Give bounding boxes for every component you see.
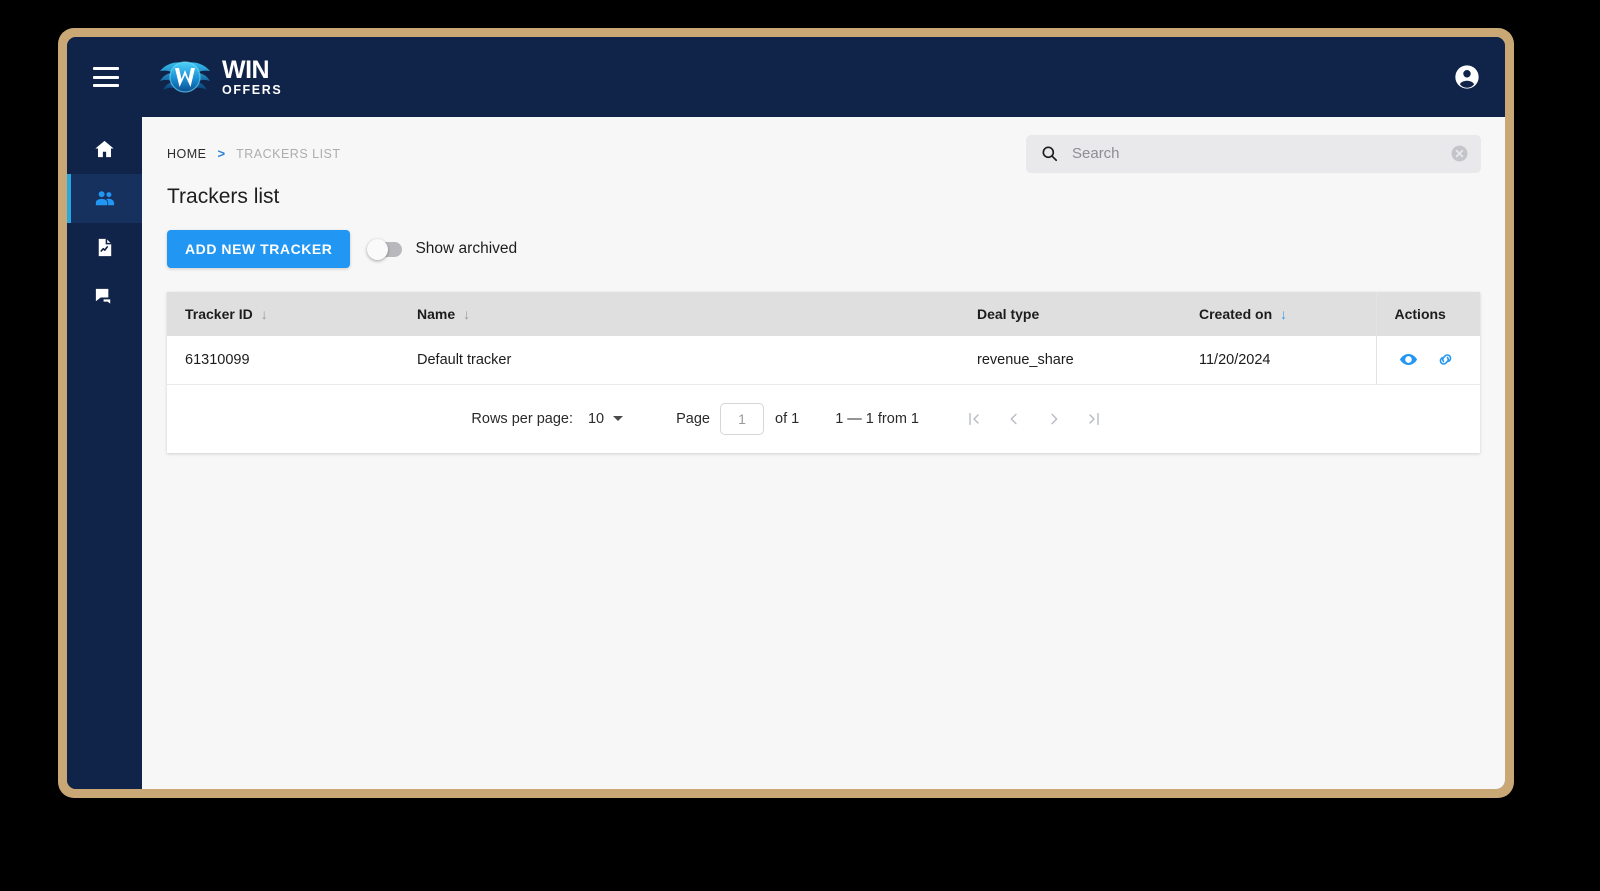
- brand-name-secondary: OFFERS: [222, 82, 283, 97]
- sidebar-item-home[interactable]: [67, 125, 142, 174]
- rows-per-page-label: Rows per page:: [471, 410, 573, 427]
- table-header-row: Tracker ID ↓ Name ↓ Deal type Created on ↓: [167, 292, 1480, 336]
- winged-w-logo-icon: [160, 61, 210, 93]
- link-icon[interactable]: [1436, 350, 1455, 369]
- column-header-tracker-id[interactable]: Tracker ID ↓: [167, 292, 399, 336]
- brand-wordmark: WIN OFFERS: [222, 55, 283, 97]
- toggle-knob: [367, 238, 389, 260]
- prev-page-icon[interactable]: [999, 404, 1029, 434]
- column-header-name[interactable]: Name ↓: [399, 292, 959, 336]
- main-content: HOME > TRACKERS LIST Search Trackers lis…: [142, 117, 1505, 789]
- sort-arrow-icon[interactable]: ↓: [261, 306, 268, 322]
- sort-arrow-icon[interactable]: ↓: [463, 306, 470, 322]
- breadcrumb: HOME > TRACKERS LIST: [167, 146, 341, 161]
- account-circle-icon[interactable]: [1453, 63, 1481, 91]
- last-page-icon[interactable]: [1079, 404, 1109, 434]
- column-label: Tracker ID: [185, 306, 253, 322]
- sidebar-item-messages[interactable]: [67, 272, 142, 321]
- eye-icon[interactable]: [1399, 350, 1418, 369]
- cell-name: Default tracker: [417, 351, 512, 368]
- body-row: HOME > TRACKERS LIST Search Trackers lis…: [67, 117, 1505, 789]
- sort-arrow-icon-active[interactable]: ↓: [1280, 306, 1287, 322]
- document-chart-icon: [98, 238, 112, 257]
- cell-tracker-id: 61310099: [185, 351, 250, 368]
- column-label: Created on: [1199, 306, 1273, 322]
- chevron-right-icon: >: [217, 146, 226, 161]
- sidebar-item-partners[interactable]: [67, 174, 142, 223]
- cell-actions: [1375, 336, 1481, 384]
- breadcrumb-home[interactable]: HOME: [167, 147, 207, 161]
- rows-per-page-value[interactable]: 10: [588, 411, 604, 427]
- table-row[interactable]: 61310099 Default tracker revenue_share 1…: [167, 336, 1480, 384]
- cell-deal-type: revenue_share: [977, 351, 1074, 368]
- top-bar: WIN OFFERS: [67, 37, 1505, 117]
- column-label: Deal type: [977, 306, 1040, 322]
- breadcrumb-search-row: HOME > TRACKERS LIST: [142, 117, 1505, 173]
- table-head: Tracker ID ↓ Name ↓ Deal type Created on ↓: [167, 292, 1480, 336]
- column-header-deal-type[interactable]: Deal type: [959, 292, 1181, 336]
- breadcrumb-current: TRACKERS LIST: [236, 146, 341, 161]
- pagination-bar: Rows per page: 10 Page of 1 1 — 1 from 1: [167, 384, 1480, 453]
- column-header-created-on[interactable]: Created on ↓: [1181, 292, 1376, 336]
- home-icon: [95, 140, 114, 158]
- sidebar-item-reports[interactable]: [67, 223, 142, 272]
- app-window-frame: WIN OFFERS HOME > TRACKERS LIST Search T…: [58, 28, 1514, 798]
- sidebar-nav: [67, 117, 142, 789]
- brand-logo[interactable]: WIN OFFERS: [158, 54, 282, 100]
- people-icon: [95, 191, 115, 206]
- next-page-icon[interactable]: [1039, 404, 1069, 434]
- first-page-icon[interactable]: [959, 404, 989, 434]
- clear-circle-icon[interactable]: [1450, 144, 1469, 163]
- toolbar: ADD NEW TRACKER Show archived: [142, 209, 1505, 268]
- rows-per-page-group: Rows per page: 10: [471, 410, 624, 427]
- page-title: Trackers list: [167, 185, 280, 208]
- hamburger-icon[interactable]: [93, 67, 119, 87]
- page-of-total: of 1: [775, 410, 800, 427]
- pagination-arrows: [959, 404, 1109, 434]
- search-input[interactable]: [1072, 145, 1450, 162]
- column-label: Name: [417, 306, 456, 322]
- add-new-tracker-button[interactable]: ADD NEW TRACKER: [167, 230, 351, 268]
- search-icon: [1042, 146, 1058, 162]
- table-body: 61310099 Default tracker revenue_share 1…: [167, 336, 1480, 384]
- column-label: Actions: [1394, 306, 1446, 322]
- chat-bubbles-icon: [95, 288, 112, 306]
- range-summary: 1 — 1 from 1: [835, 410, 919, 427]
- cell-created-on: 11/20/2024: [1199, 351, 1271, 368]
- trackers-table: Tracker ID ↓ Name ↓ Deal type Created on ↓: [167, 292, 1480, 385]
- toggle-track[interactable]: [367, 238, 403, 260]
- trackers-table-card: Tracker ID ↓ Name ↓ Deal type Created on ↓: [167, 292, 1480, 453]
- chevron-down-icon[interactable]: [613, 416, 624, 421]
- column-header-actions: Actions: [1375, 292, 1480, 336]
- show-archived-label: Show archived: [415, 240, 518, 257]
- page-number-input[interactable]: [720, 402, 764, 435]
- page-label: Page: [676, 410, 710, 427]
- brand-name-primary: WIN: [222, 55, 270, 84]
- show-archived-toggle[interactable]: Show archived: [367, 238, 518, 260]
- row-action-icons: [1395, 350, 1481, 369]
- application-root: WIN OFFERS HOME > TRACKERS LIST Search T…: [67, 37, 1505, 789]
- search-box[interactable]: [1026, 134, 1481, 173]
